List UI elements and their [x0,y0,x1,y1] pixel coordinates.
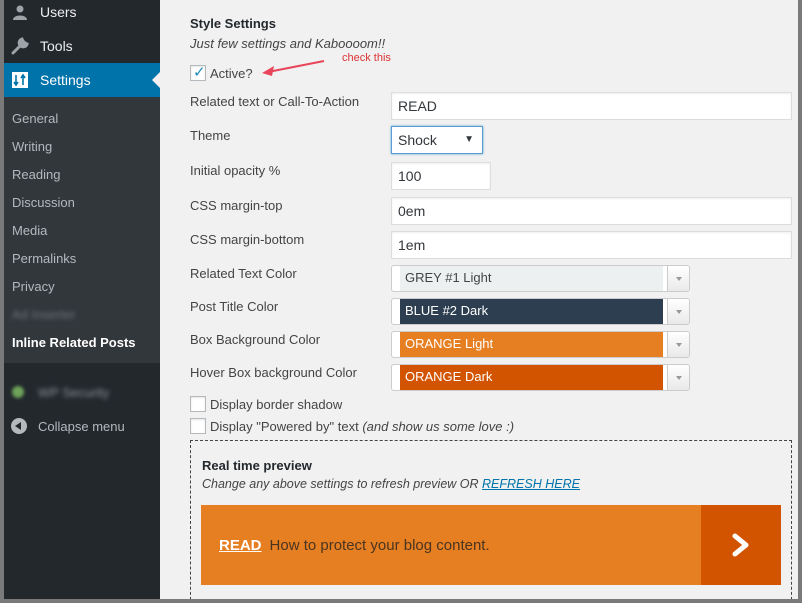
sidebar-item-wp-security[interactable]: WP Security [4,377,160,407]
wrench-icon [10,36,30,56]
checkmark-icon: ✓ [193,64,206,81]
collapse-menu-label: Collapse menu [38,418,125,434]
dropdown-arrow-icon[interactable] [667,299,689,324]
submenu-general[interactable]: General [12,111,58,126]
hover-box-bg-color-select[interactable]: ORANGE Dark [391,364,690,391]
annotation-text: check this [342,52,391,64]
submenu-discussion[interactable]: Discussion [12,195,75,210]
preview-post-title: How to protect your blog content. [269,536,490,554]
related-text-color-label: Related Text Color [190,266,297,281]
settings-sliders-icon [10,70,30,90]
submenu-reading[interactable]: Reading [12,167,60,182]
post-title-color-label: Post Title Color [190,299,279,314]
margin-bottom-input[interactable] [391,231,792,259]
preview-subtitle: Change any above settings to refresh pre… [202,477,580,491]
sidebar-item-tools[interactable]: Tools [4,29,160,63]
opacity-input[interactable] [391,162,491,190]
color-swatch: ORANGE Light [400,332,663,357]
powered-by-note: (and show us some love :) [362,419,515,434]
theme-select[interactable]: Shock ▼ [391,126,483,154]
current-menu-notch [152,72,160,88]
color-swatch: BLUE #2 Dark [400,299,663,324]
window: Users Tools Settings General Writing Rea… [4,0,798,599]
submenu-permalinks[interactable]: Permalinks [12,251,76,266]
preview-subtitle-text: Change any above settings to refresh pre… [202,477,479,491]
admin-sidebar: Users Tools Settings General Writing Rea… [4,0,160,599]
opacity-label: Initial opacity % [190,163,281,178]
collapse-arrow-icon [11,418,27,434]
box-bg-color-label: Box Background Color [190,332,321,347]
post-title-color-select[interactable]: BLUE #2 Dark [391,298,690,325]
dropdown-arrow-icon[interactable] [667,266,689,291]
active-label: Active? [210,66,253,81]
preview-arrow-button[interactable] [701,505,781,585]
sidebar-item-label: WP Security [38,384,110,400]
hover-box-bg-color-label: Hover Box background Color [190,365,357,380]
security-icon [12,386,24,398]
related-text-color-select[interactable]: GREY #1 Light [391,265,690,292]
sidebar-item-label: Tools [40,38,73,54]
powered-by-label: Display "Powered by" text (and show us s… [210,419,514,434]
dropdown-arrow-icon[interactable] [667,365,689,390]
cta-label: Related text or Call-To-Action [190,94,360,109]
cta-input[interactable] [391,92,792,120]
submenu-media[interactable]: Media [12,223,47,238]
margin-bottom-label: CSS margin-bottom [190,232,305,247]
submenu-ad-inserter[interactable]: Ad Inserter [12,307,76,322]
section-title: Style Settings [190,16,276,31]
annotation-arrow-icon [262,60,325,76]
preview-cta: READ [219,536,262,554]
sidebar-item-label: Users [40,4,77,20]
collapse-menu-button[interactable]: Collapse menu [4,414,160,438]
preview-title: Real time preview [202,458,312,473]
margin-top-input[interactable] [391,197,792,225]
color-swatch: ORANGE Dark [400,365,663,390]
border-shadow-label: Display border shadow [210,397,343,412]
sidebar-item-label: Settings [40,72,91,88]
color-swatch: GREY #1 Light [400,266,663,291]
real-time-preview-box: Real time preview Change any above setti… [190,440,792,599]
border-shadow-checkbox[interactable] [190,396,206,412]
user-icon [10,2,30,22]
preview-banner[interactable]: READ How to protect your blog content. [201,505,781,585]
powered-by-text: Display "Powered by" text [210,419,359,434]
refresh-here-link[interactable]: REFRESH HERE [482,477,580,491]
powered-by-checkbox[interactable] [190,418,206,434]
section-subtitle: Just few settings and Kaboooom!! [190,36,386,51]
sidebar-item-settings[interactable]: Settings [4,63,160,97]
submenu-inline-related-posts[interactable]: Inline Related Posts [12,335,136,350]
theme-label: Theme [190,128,231,143]
main-content: Style Settings Just few settings and Kab… [160,0,798,599]
active-checkbox[interactable]: ✓ [190,64,206,81]
chevron-right-icon [732,533,749,557]
submenu-privacy[interactable]: Privacy [12,279,55,294]
theme-select-value: Shock [398,132,437,148]
box-bg-color-select[interactable]: ORANGE Light [391,331,690,358]
sidebar-item-users[interactable]: Users [4,0,160,29]
margin-top-label: CSS margin-top [190,198,283,213]
settings-submenu: General Writing Reading Discussion Media… [4,97,160,363]
dropdown-arrow-icon[interactable] [667,332,689,357]
submenu-writing[interactable]: Writing [12,139,52,154]
dropdown-caret-icon: ▼ [464,134,474,145]
